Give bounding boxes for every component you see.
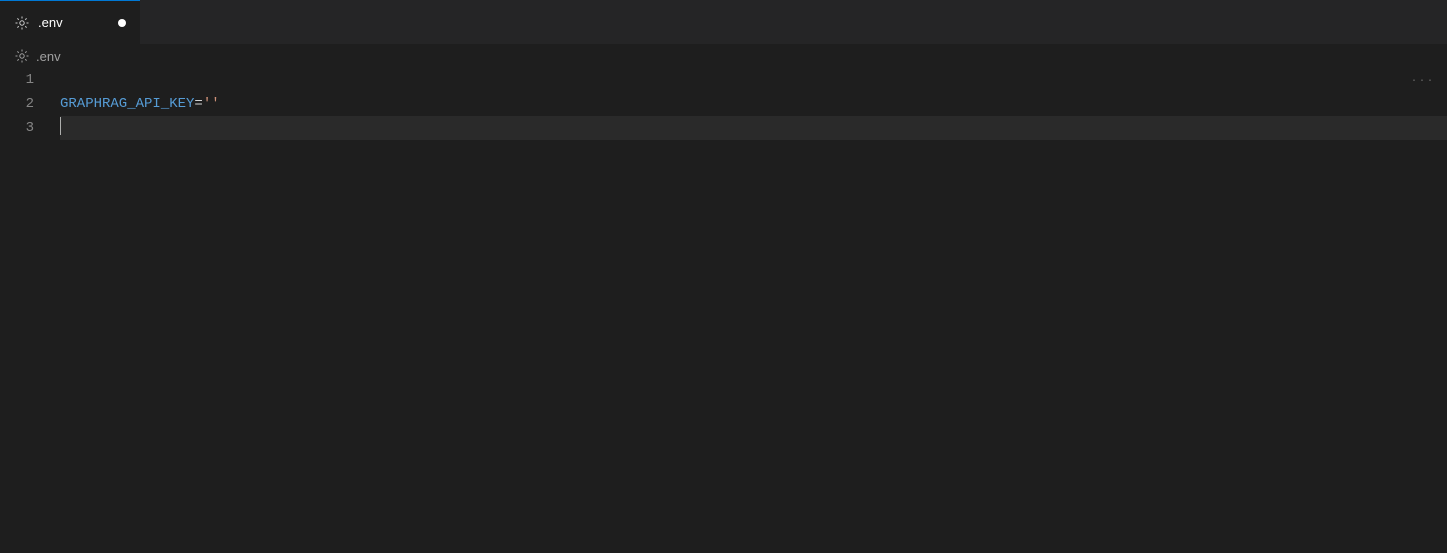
breadcrumb[interactable]: .env	[0, 44, 1447, 68]
unsaved-indicator-icon[interactable]	[118, 19, 126, 27]
editor[interactable]: 1 2 3 GRAPHRAG_API_KEY='' ···	[0, 68, 1447, 553]
gear-icon	[14, 48, 30, 64]
code-line[interactable]: GRAPHRAG_API_KEY=''	[60, 92, 1447, 116]
line-number-gutter: 1 2 3	[0, 68, 60, 553]
breadcrumb-label: .env	[36, 49, 61, 64]
line-number: 1	[0, 68, 34, 92]
line-number: 3	[0, 116, 34, 140]
line-number: 2	[0, 92, 34, 116]
token-key: GRAPHRAG_API_KEY	[60, 96, 194, 112]
token-string: ''	[203, 96, 220, 112]
gear-icon	[14, 15, 30, 31]
token-operator: =	[194, 96, 202, 112]
tab-bar: .env	[0, 0, 1447, 44]
tab-label: .env	[38, 15, 110, 30]
cursor-icon	[60, 117, 61, 135]
code-line[interactable]	[60, 68, 1447, 92]
minimap-indicator-icon: ···	[1411, 70, 1435, 94]
code-line[interactable]	[60, 116, 1447, 140]
tab-env[interactable]: .env	[0, 0, 140, 44]
code-area[interactable]: GRAPHRAG_API_KEY='' ···	[60, 68, 1447, 553]
